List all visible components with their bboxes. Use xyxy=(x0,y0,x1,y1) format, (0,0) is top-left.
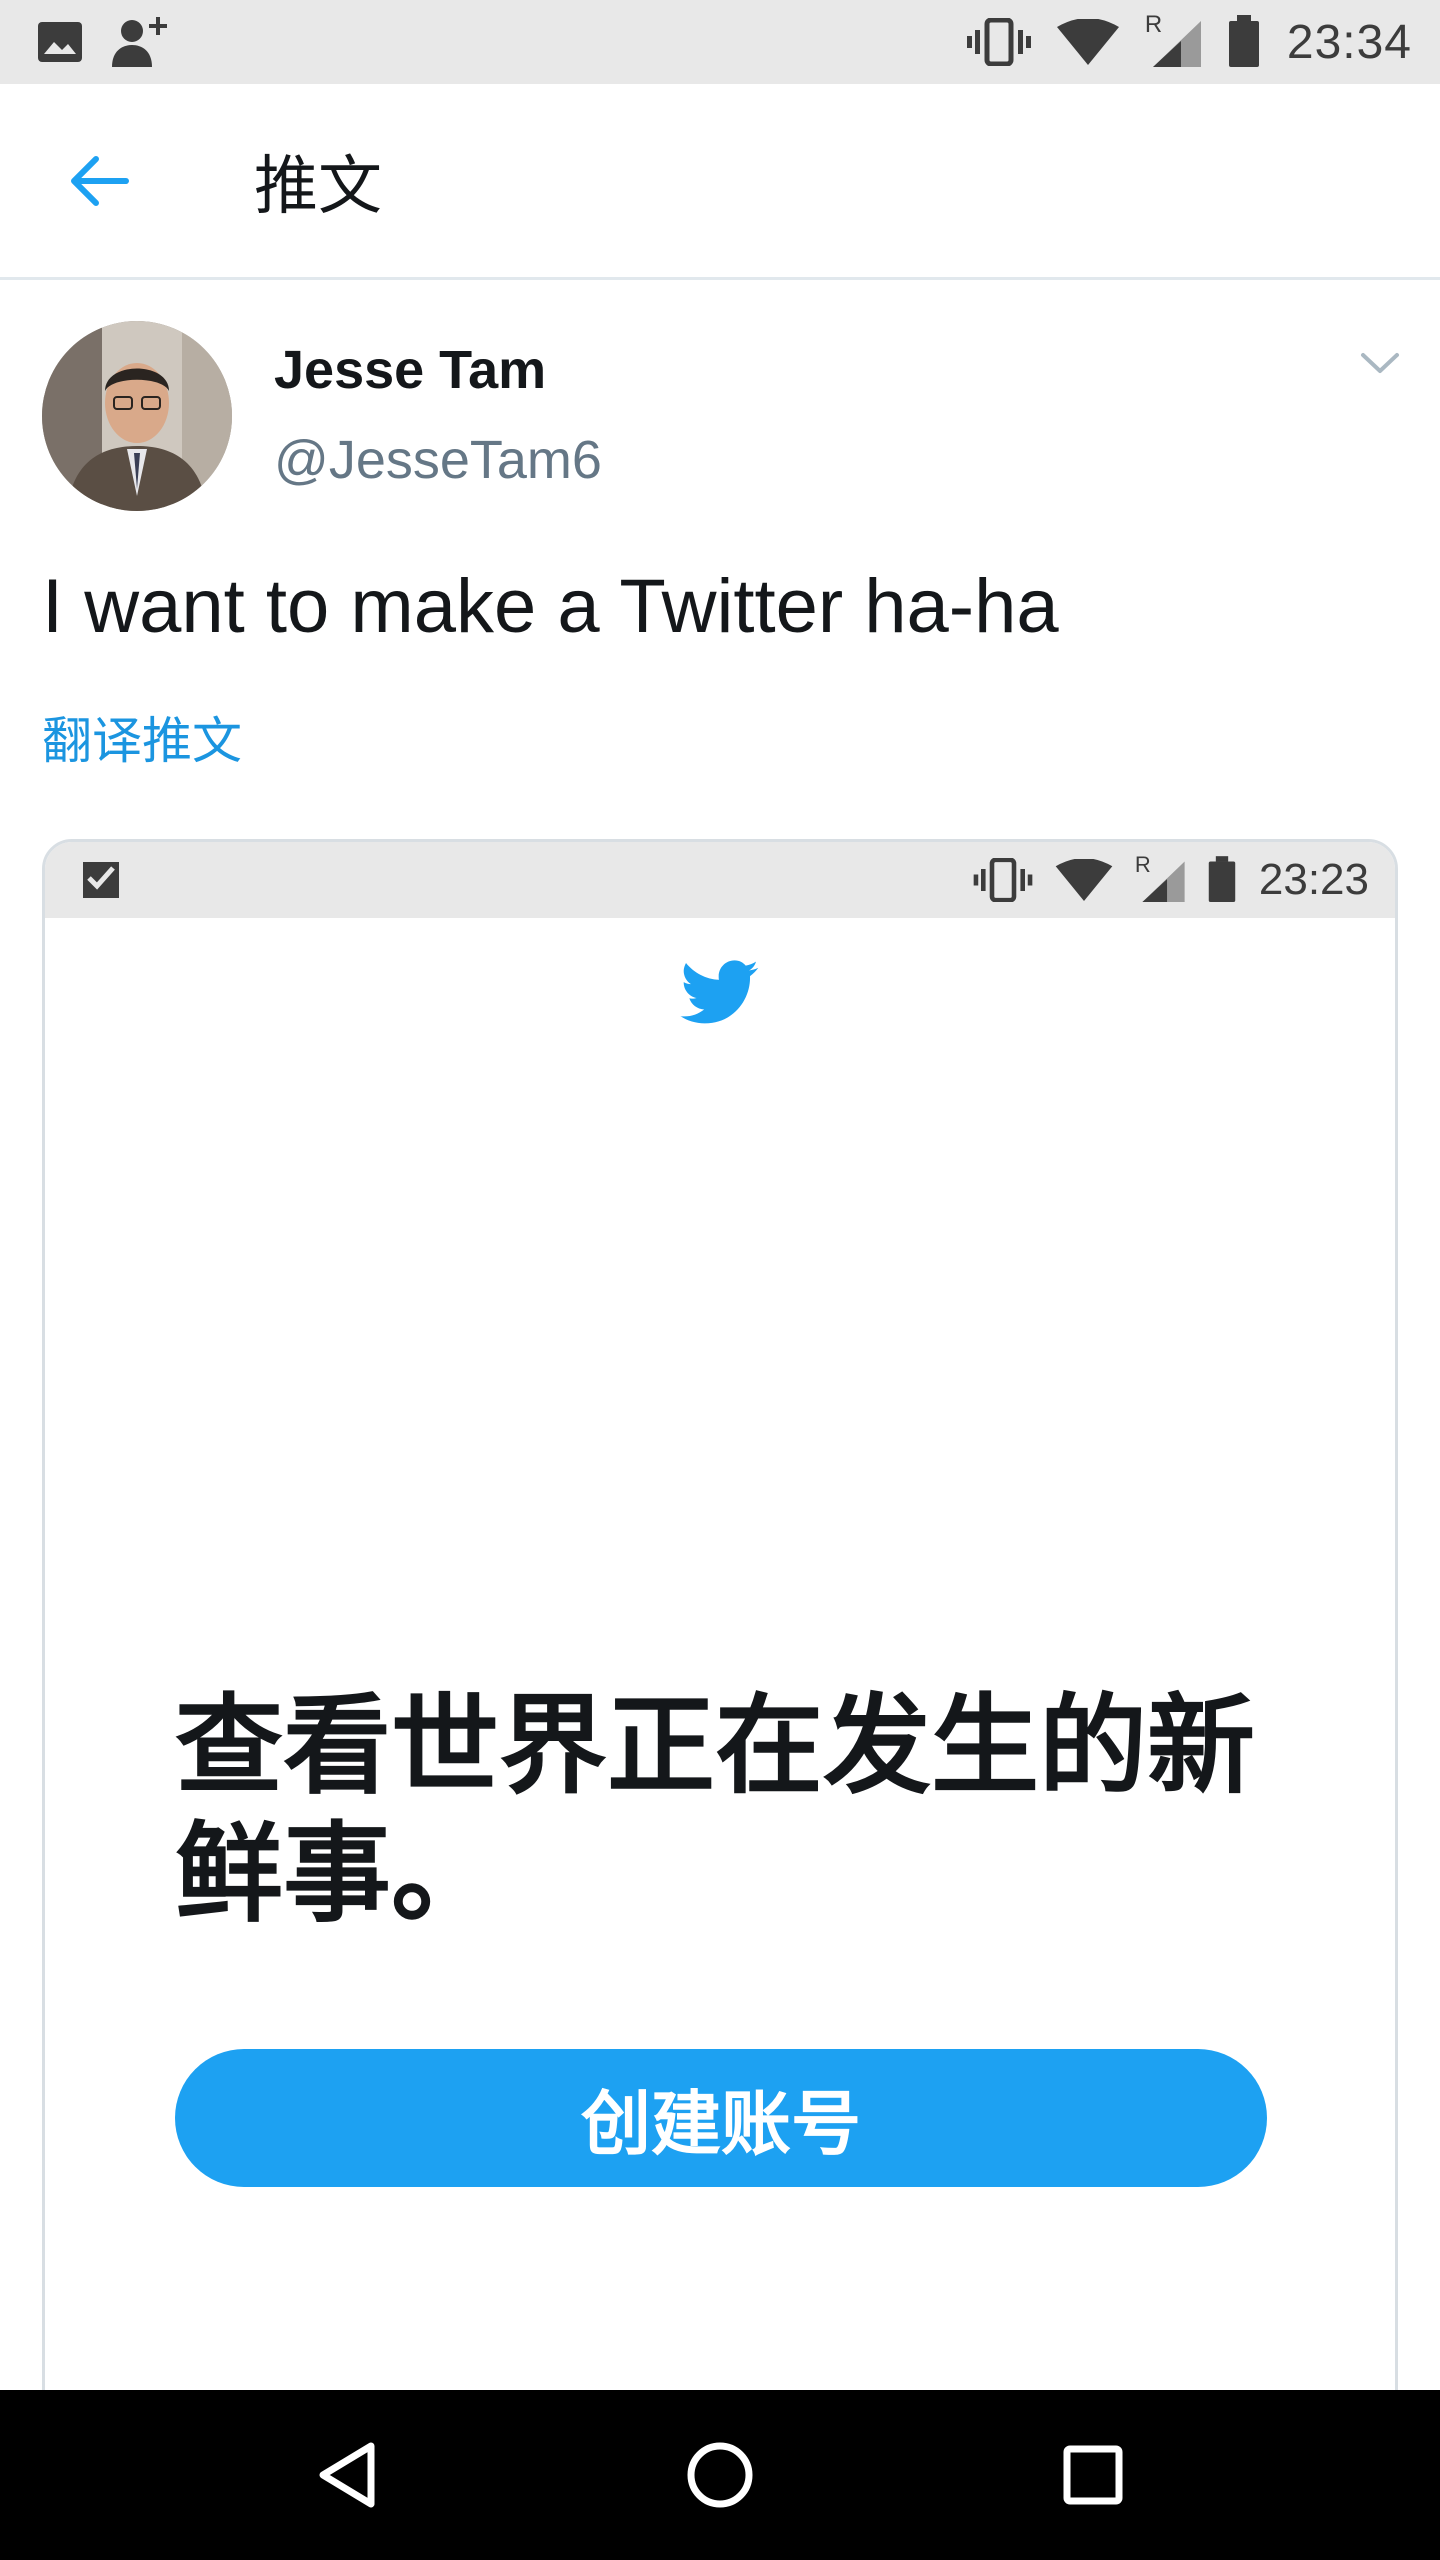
signal-roaming-icon: R xyxy=(1145,11,1201,67)
wifi-icon xyxy=(1055,859,1113,901)
author-handle[interactable]: @JesseTam6 xyxy=(274,429,602,491)
wifi-icon xyxy=(1056,19,1119,65)
embedded-headline: 查看世界正在发生的新鲜事。 xyxy=(175,1685,1256,1934)
status-bar: R 23:34 xyxy=(0,0,1440,84)
chevron-down-icon xyxy=(1361,353,1399,373)
translate-tweet-link[interactable]: 翻译推文 xyxy=(42,701,242,773)
add-contact-icon xyxy=(112,17,167,67)
back-triangle-icon xyxy=(319,2442,375,2508)
battery-icon xyxy=(1208,856,1236,903)
nav-back-button[interactable] xyxy=(287,2415,407,2535)
navigation-bar xyxy=(0,2390,1440,2560)
arrow-left-icon xyxy=(71,155,129,206)
embedded-status-right: R 23:23 xyxy=(973,852,1369,905)
page-title: 推文 xyxy=(254,149,382,222)
create-account-button: 创建账号 xyxy=(175,2049,1267,2187)
twitter-bird-icon xyxy=(680,960,759,1024)
embedded-status-bar: R 23:23 xyxy=(45,842,1395,918)
gallery-icon xyxy=(38,22,82,62)
back-button[interactable] xyxy=(48,131,148,231)
tweet-detail: Jesse Tam @JesseTam6 I want to make a Tw… xyxy=(0,283,1440,2390)
embedded-status-time: 23:23 xyxy=(1258,855,1369,904)
recents-square-icon xyxy=(1063,2445,1123,2505)
nav-recents-button[interactable] xyxy=(1033,2415,1153,2535)
vibrate-icon xyxy=(966,18,1031,66)
status-time: 23:34 xyxy=(1286,15,1412,69)
checklist-icon xyxy=(83,862,119,898)
tweet-text: I want to make a Twitter ha-ha xyxy=(42,564,1059,649)
tweet-menu-button[interactable] xyxy=(1350,333,1410,393)
vibrate-icon xyxy=(973,858,1033,902)
tweet-media-image[interactable]: R 23:23 查看世界正在发生的新鲜事。 创建账号 xyxy=(42,839,1398,2390)
nav-home-button[interactable] xyxy=(660,2415,780,2535)
avatar[interactable] xyxy=(42,321,232,511)
signal-roaming-icon: R xyxy=(1135,852,1185,902)
app-bar: 推文 xyxy=(0,84,1440,280)
home-circle-icon xyxy=(687,2442,753,2508)
status-bar-right: R 23:34 xyxy=(966,11,1412,70)
status-bar-left xyxy=(36,15,170,69)
battery-icon xyxy=(1228,15,1259,67)
author-name[interactable]: Jesse Tam xyxy=(274,339,546,401)
